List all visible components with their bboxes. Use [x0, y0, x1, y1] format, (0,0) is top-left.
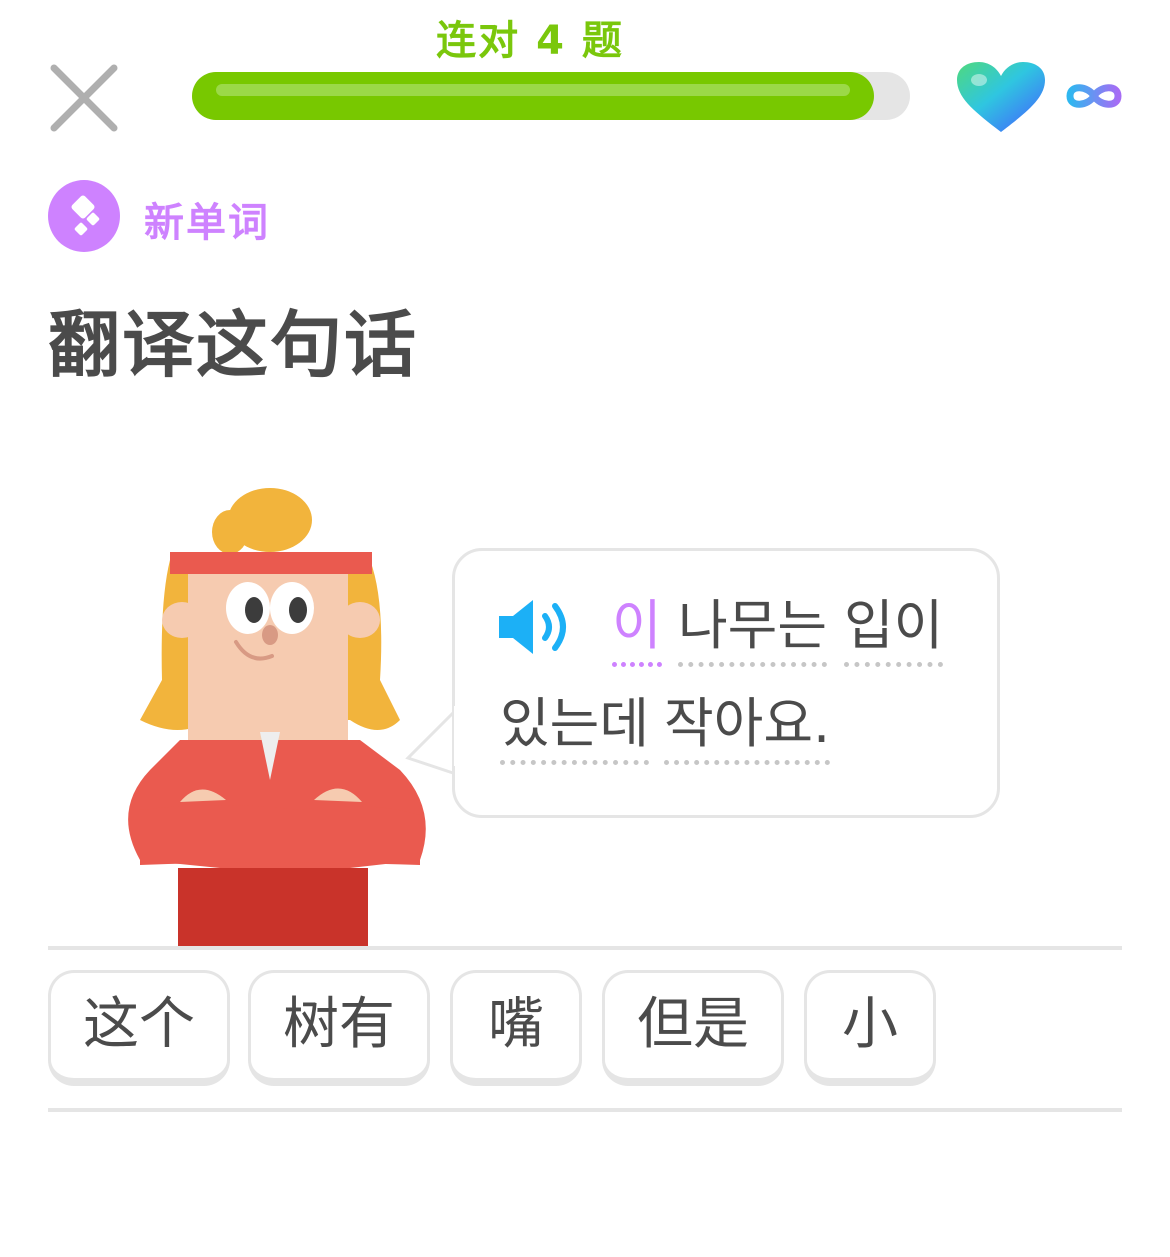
- new-word-label: 新单词: [144, 200, 270, 246]
- word-chip[interactable]: 小: [804, 970, 936, 1086]
- infinity-icon: [1066, 84, 1122, 108]
- character-illustration: [128, 488, 426, 950]
- answer-line-top: [48, 946, 1122, 950]
- lesson-progress-bar: [192, 72, 910, 120]
- word-chip[interactable]: 这个: [48, 970, 230, 1086]
- prompt-word[interactable]: 입이: [844, 596, 944, 667]
- prompt-word[interactable]: 나무는: [678, 596, 828, 667]
- speaker-icon[interactable]: [495, 594, 579, 660]
- word-chip[interactable]: 嘴: [450, 970, 582, 1086]
- word-chip[interactable]: 树有: [248, 970, 430, 1086]
- streak-counter: 连对 4 题: [436, 18, 624, 64]
- heart-icon[interactable]: [955, 60, 1047, 136]
- prompt-word[interactable]: 이: [612, 596, 662, 667]
- exercise-title: 翻译这句话: [48, 303, 419, 387]
- progress-fill: [192, 72, 875, 120]
- close-icon[interactable]: [44, 58, 124, 138]
- word-chip[interactable]: 但是: [602, 970, 784, 1086]
- speech-bubble: [452, 548, 1000, 818]
- new-word-badge-icon: [48, 180, 120, 252]
- prompt-word[interactable]: 있는데: [500, 694, 650, 765]
- answer-line-bottom: [48, 1108, 1122, 1112]
- prompt-word[interactable]: 작아요.: [664, 694, 831, 765]
